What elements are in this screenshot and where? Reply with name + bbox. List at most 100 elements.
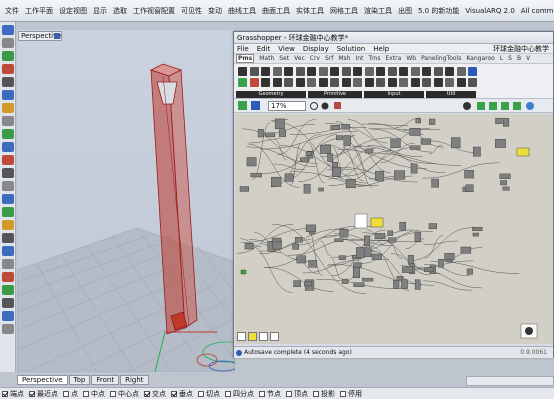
component-tab[interactable]: Math bbox=[259, 55, 274, 62]
eraser-tool-icon[interactable] bbox=[259, 332, 268, 341]
tool-icon[interactable] bbox=[2, 77, 14, 87]
tool-icon[interactable] bbox=[2, 155, 14, 165]
component-icon[interactable] bbox=[272, 78, 282, 87]
component-icon[interactable] bbox=[399, 67, 408, 76]
gh-component-node[interactable] bbox=[399, 221, 407, 231]
gh-component-node[interactable] bbox=[264, 132, 276, 138]
preview-mode-icon[interactable] bbox=[526, 102, 534, 110]
menu-item[interactable]: 显示 bbox=[90, 6, 110, 16]
component-icon[interactable] bbox=[295, 67, 305, 76]
component-icon[interactable] bbox=[238, 78, 247, 87]
osnap-option[interactable]: 投影 bbox=[313, 389, 335, 399]
gh-component-node[interactable] bbox=[466, 268, 473, 275]
gh-component-node[interactable] bbox=[343, 135, 351, 147]
gh-component-node[interactable] bbox=[495, 117, 503, 124]
tool-icon[interactable] bbox=[2, 272, 14, 282]
gh-component-node[interactable] bbox=[318, 187, 324, 192]
gh-component-node[interactable] bbox=[429, 118, 436, 125]
gh-component-node[interactable] bbox=[464, 170, 474, 179]
component-icon[interactable] bbox=[307, 78, 316, 87]
osnap-option[interactable]: 节点 bbox=[259, 389, 281, 399]
menu-item[interactable]: 设定视图 bbox=[56, 6, 90, 16]
component-icon[interactable] bbox=[433, 78, 443, 87]
component-icon[interactable] bbox=[422, 78, 431, 87]
gh-component-node[interactable] bbox=[472, 232, 479, 237]
gh-menu-item[interactable]: Help bbox=[373, 45, 389, 53]
osnap-checkbox[interactable] bbox=[83, 390, 89, 397]
gh-toggle-node[interactable] bbox=[240, 269, 247, 275]
menu-item[interactable]: VisualARQ 2.0 bbox=[462, 7, 517, 15]
gh-component-node[interactable] bbox=[284, 173, 294, 182]
menu-item[interactable]: 工作视窗配置 bbox=[130, 6, 178, 16]
osnap-option[interactable]: 中点 bbox=[83, 389, 105, 399]
document-name[interactable]: 环球金融中心教学 bbox=[493, 44, 549, 53]
menu-item[interactable]: 曲线工具 bbox=[225, 6, 259, 16]
osnap-checkbox[interactable] bbox=[29, 390, 35, 397]
tool-icon[interactable] bbox=[2, 168, 14, 178]
component-icon[interactable] bbox=[318, 67, 328, 76]
menu-item[interactable]: 实体工具 bbox=[293, 6, 327, 16]
osnap-checkbox[interactable] bbox=[144, 390, 150, 397]
gh-component-node[interactable] bbox=[401, 266, 413, 273]
menu-item[interactable]: 曲面工具 bbox=[259, 6, 293, 16]
gh-component-node[interactable] bbox=[431, 178, 439, 188]
gh-component-node[interactable] bbox=[499, 173, 511, 179]
gh-menu-item[interactable]: Edit bbox=[257, 45, 271, 53]
gh-component-node[interactable] bbox=[341, 124, 350, 130]
component-icon[interactable] bbox=[249, 78, 259, 87]
gh-component-node[interactable] bbox=[503, 118, 510, 127]
wire-display-icon[interactable] bbox=[463, 102, 471, 110]
gh-component-node[interactable] bbox=[244, 243, 254, 250]
gh-component-node[interactable] bbox=[304, 281, 313, 287]
menu-item[interactable]: 文件 bbox=[2, 6, 22, 16]
menu-item[interactable]: 工作平面 bbox=[22, 6, 56, 16]
gh-component-node[interactable] bbox=[393, 280, 400, 289]
tool-icon[interactable] bbox=[2, 38, 14, 48]
tool-icon[interactable] bbox=[2, 194, 14, 204]
component-icon[interactable] bbox=[364, 67, 374, 76]
component-icon[interactable] bbox=[330, 78, 339, 87]
gh-component-node[interactable] bbox=[341, 278, 349, 284]
component-icon[interactable] bbox=[445, 78, 454, 87]
component-tab[interactable]: Kangaroo bbox=[466, 55, 494, 62]
gh-component-node[interactable] bbox=[415, 118, 422, 124]
brush-tool-icon[interactable] bbox=[270, 332, 279, 341]
preview-shaded-icon[interactable] bbox=[477, 102, 485, 110]
component-tab[interactable]: B bbox=[517, 55, 521, 62]
tab-perspective[interactable]: Perspective bbox=[17, 375, 68, 385]
osnap-checkbox[interactable] bbox=[171, 390, 177, 397]
gh-component-node[interactable] bbox=[246, 157, 257, 167]
gh-component-node[interactable] bbox=[375, 170, 385, 181]
component-icon[interactable] bbox=[422, 67, 431, 76]
component-tab[interactable]: PanelingTools bbox=[421, 55, 461, 62]
gh-component-node[interactable] bbox=[495, 139, 506, 148]
menu-item[interactable]: 选取 bbox=[110, 6, 130, 16]
osnap-option[interactable]: 四分点 bbox=[225, 389, 254, 399]
component-tab[interactable]: Extra bbox=[385, 55, 401, 62]
gh-component-node[interactable] bbox=[250, 172, 262, 178]
osnap-checkbox[interactable] bbox=[340, 390, 346, 397]
gh-component-node[interactable] bbox=[338, 255, 346, 260]
component-tab[interactable]: L bbox=[500, 55, 503, 62]
gh-component-node[interactable] bbox=[308, 260, 318, 268]
osnap-checkbox[interactable] bbox=[2, 390, 8, 397]
component-icon[interactable] bbox=[364, 78, 374, 87]
gh-remote-icon[interactable] bbox=[525, 327, 533, 335]
pen-tool-icon[interactable] bbox=[237, 332, 246, 341]
gh-component-node[interactable] bbox=[407, 255, 414, 265]
tool-icon[interactable] bbox=[2, 64, 14, 74]
gh-component-node[interactable] bbox=[409, 145, 421, 150]
gh-panel-node[interactable] bbox=[516, 147, 530, 157]
gh-component-node[interactable] bbox=[424, 267, 434, 272]
gh-component-node[interactable] bbox=[332, 167, 341, 177]
tab-right[interactable]: Right bbox=[120, 375, 149, 385]
component-icon[interactable] bbox=[284, 67, 293, 76]
component-icon[interactable] bbox=[468, 78, 477, 87]
tool-icon[interactable] bbox=[2, 103, 14, 113]
component-icon[interactable] bbox=[410, 78, 420, 87]
gh-component-node[interactable] bbox=[472, 226, 483, 231]
component-tab[interactable]: S bbox=[508, 55, 512, 62]
component-icon[interactable] bbox=[261, 67, 270, 76]
component-icon[interactable] bbox=[330, 67, 339, 76]
gh-component-node[interactable] bbox=[394, 170, 406, 180]
